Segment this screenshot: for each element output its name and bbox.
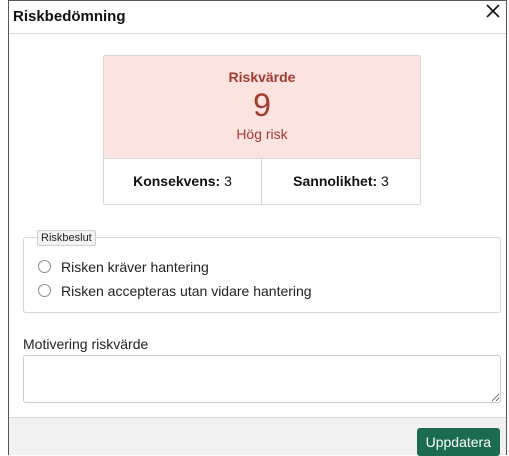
radio-label: Risken accepteras utan vidare hantering [61, 283, 312, 299]
dialog-footer: Uppdatera [9, 417, 506, 456]
motivation-textarea[interactable] [23, 355, 501, 403]
risk-value-label: Riskvärde [228, 69, 296, 85]
risk-decision-legend: Riskbeslut [37, 230, 96, 246]
risk-level-text: Hög risk [236, 126, 288, 142]
risk-factors-row: Konsekvens: 3 Sannolikhet: 3 [104, 159, 420, 204]
risk-assessment-dialog: Riskbedömning Riskvärde 9 Hög risk Konse… [8, 0, 507, 456]
dialog-title: Riskbedömning [13, 8, 126, 25]
probability-cell: Sannolikhet: 3 [262, 159, 420, 204]
probability-label: Sannolikhet: [293, 173, 378, 189]
update-button[interactable]: Uppdatera [416, 428, 500, 456]
consequence-value: 3 [224, 173, 232, 189]
probability-value: 3 [381, 173, 389, 189]
radio-button[interactable] [38, 260, 51, 273]
dialog-header: Riskbedömning [9, 0, 506, 34]
motivation-label: Motivering riskvärde [23, 336, 149, 352]
risk-decision-fieldset: Riskbeslut Risken kräver hantering Riske… [23, 230, 501, 313]
close-icon[interactable] [484, 1, 502, 21]
consequence-cell: Konsekvens: 3 [104, 159, 262, 204]
radio-label: Risken kräver hantering [61, 259, 209, 275]
risk-value-number: 9 [253, 87, 271, 123]
risk-summary-card: Riskvärde 9 Hög risk Konsekvens: 3 Sanno… [103, 55, 421, 205]
radio-button[interactable] [38, 284, 51, 297]
risk-value-panel: Riskvärde 9 Hög risk [104, 56, 420, 159]
consequence-label: Konsekvens: [133, 173, 221, 189]
